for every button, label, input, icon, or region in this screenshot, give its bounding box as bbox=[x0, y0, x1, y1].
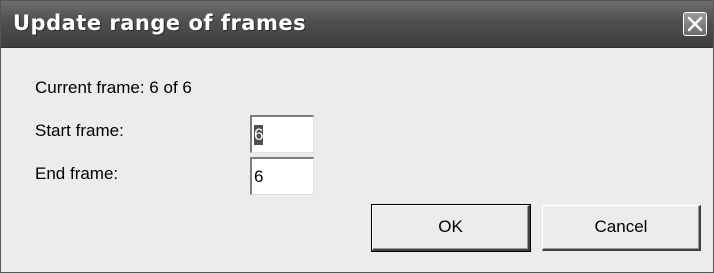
close-button[interactable] bbox=[683, 12, 707, 36]
window-title: Update range of frames bbox=[13, 11, 307, 35]
cancel-button[interactable]: Cancel bbox=[542, 205, 701, 251]
close-icon bbox=[687, 16, 703, 32]
end-frame-input[interactable] bbox=[250, 157, 314, 195]
start-frame-label: Start frame: bbox=[35, 121, 124, 140]
current-frame-text: Current frame: 6 of 6 bbox=[35, 78, 192, 97]
end-frame-label: End frame: bbox=[35, 164, 119, 183]
update-range-dialog: Update range of frames Current frame: 6 … bbox=[0, 0, 714, 273]
title-bar[interactable]: Update range of frames bbox=[1, 1, 713, 48]
ok-button[interactable]: OK bbox=[371, 204, 531, 252]
start-frame-input[interactable] bbox=[250, 115, 314, 153]
